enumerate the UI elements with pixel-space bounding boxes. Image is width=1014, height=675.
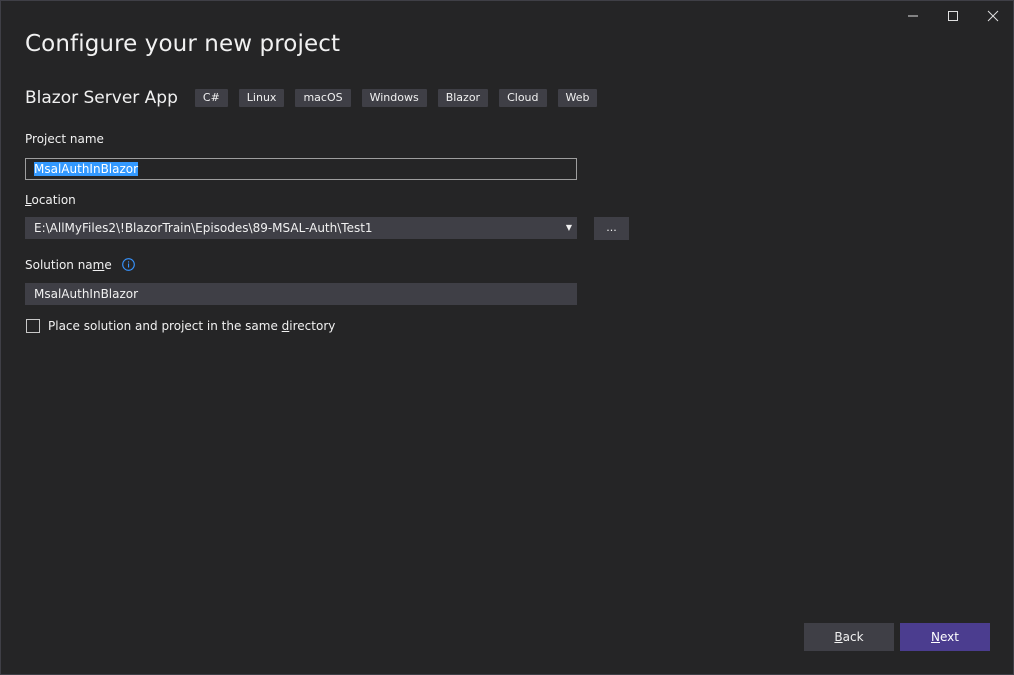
browse-button[interactable]: ... — [594, 217, 629, 240]
project-name-value: MsalAuthInBlazor — [34, 162, 139, 176]
minimize-icon[interactable] — [893, 1, 933, 31]
close-icon[interactable] — [973, 1, 1013, 31]
maximize-icon[interactable] — [933, 1, 973, 31]
tag-linux: Linux — [238, 89, 285, 107]
same-directory-checkbox[interactable] — [26, 319, 40, 333]
solution-name-value: MsalAuthInBlazor — [34, 287, 139, 301]
location-label: Location — [25, 193, 76, 207]
template-name: Blazor Server App — [25, 88, 178, 108]
same-directory-option[interactable]: Place solution and project in the same d… — [26, 319, 335, 333]
solution-name-input[interactable]: MsalAuthInBlazor — [25, 283, 577, 305]
next-button[interactable]: Next — [900, 623, 990, 651]
template-header: Blazor Server App C# Linux macOS Windows… — [25, 88, 608, 108]
back-button[interactable]: Back — [804, 623, 894, 651]
same-directory-label: Place solution and project in the same d… — [48, 319, 336, 333]
tag-web: Web — [557, 89, 598, 107]
location-combobox[interactable]: E:\AllMyFiles2\!BlazorTrain\Episodes\89-… — [25, 217, 577, 239]
tag-macos: macOS — [295, 89, 351, 107]
page-title: Configure your new project — [25, 31, 341, 57]
browse-button-label: ... — [606, 221, 617, 234]
project-name-input[interactable]: MsalAuthInBlazor — [25, 158, 577, 180]
window-controls — [893, 1, 1013, 31]
location-value: E:\AllMyFiles2\!BlazorTrain\Episodes\89-… — [34, 221, 373, 235]
tag-cloud: Cloud — [499, 89, 547, 107]
project-name-label: Project name — [25, 132, 104, 146]
tag-csharp: C# — [194, 89, 228, 107]
tag-blazor: Blazor — [437, 89, 489, 107]
dialog-window: Configure your new project Blazor Server… — [0, 0, 1014, 675]
solution-name-label: Solution name — [25, 258, 135, 274]
tag-windows: Windows — [361, 89, 427, 107]
dropdown-arrow-icon[interactable]: ▼ — [566, 218, 572, 238]
info-icon[interactable] — [121, 258, 135, 274]
